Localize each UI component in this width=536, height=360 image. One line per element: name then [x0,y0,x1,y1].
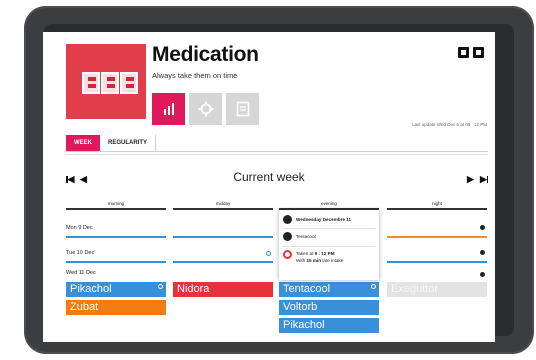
pill-icon [283,232,292,241]
document-icon [226,93,259,125]
last-week-button[interactable]: ▶ [480,174,489,185]
maximize-icon[interactable] [473,47,484,58]
last-update-text: Last update Wed Dec 6 at 09 : 12 PM [412,122,487,127]
column-header-midday: midday [215,201,231,206]
intake-line [66,261,166,263]
column-rule [387,208,487,210]
pill-box-icon [82,72,100,94]
week-title: Current week [233,170,305,184]
tab-week[interactable]: WEEK [66,135,100,151]
page-subtitle: Always take them on time [152,71,238,80]
column-rule [173,208,273,210]
intake-line [387,261,487,263]
tab-bar: WEEK REGULARITY [66,135,488,152]
minimize-icon[interactable] [458,47,469,58]
med-chip-midday-1[interactable]: Nidora [173,282,273,297]
column-header-night: night [432,201,442,206]
column-rule [66,208,166,210]
clock-icon [283,215,292,224]
bar-chart-icon [152,93,185,125]
med-chip-night-1[interactable]: Exeguttor [387,282,487,297]
status-dot[interactable] [480,225,485,230]
intake-detail-popover: Wednesday Decembre 11 Tentacool Taken at… [279,210,379,280]
pill-box-icon [120,72,138,94]
day-label-mon: Mon 9 Dec [66,225,93,231]
med-chip-evening-3[interactable]: Pikachol [279,318,379,333]
med-chip-evening-2[interactable]: Voltorb [279,300,379,315]
next-week-button[interactable]: ▶ [467,174,474,185]
status-dot[interactable] [480,250,485,255]
pill-box-icon [101,72,119,94]
gear-icon [189,93,222,125]
column-header-evening: evening [321,201,337,206]
alarm-icon [283,250,292,259]
med-chip-morning-1[interactable]: Pikachol [66,282,166,297]
settings-view-button[interactable] [189,93,222,125]
med-chip-evening-1[interactable]: Tentacool [279,282,379,297]
chart-view-button[interactable] [152,93,185,125]
medication-app-icon [66,44,146,119]
intake-line [66,236,166,238]
status-dot[interactable] [480,272,485,277]
column-header-morning: morning [107,201,125,206]
info-icon[interactable] [158,284,163,289]
intake-line [173,236,273,238]
document-view-button[interactable] [226,93,259,125]
info-icon[interactable] [371,284,376,289]
info-icon[interactable] [266,251,271,256]
tab-regularity[interactable]: REGULARITY [100,135,156,151]
intake-line [173,261,273,263]
divider [66,154,488,155]
med-chip-morning-2[interactable]: Zubat [66,300,166,315]
day-label-wed: Wed 11 Dec [66,270,96,276]
day-label-tue: Tue 10 Dec [66,250,95,256]
late-intake-line [387,236,487,238]
page-title: Medication [152,43,259,66]
app-screen: Medication Always take them on time Last… [43,32,495,342]
